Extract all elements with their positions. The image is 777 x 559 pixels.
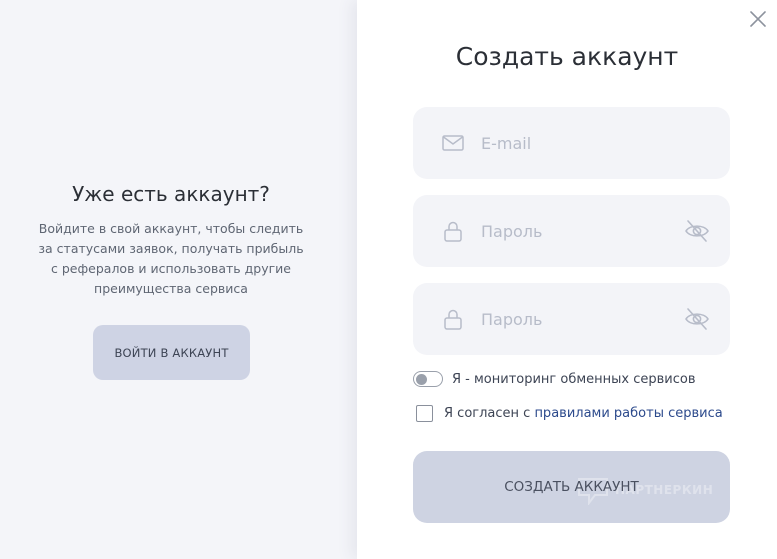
agree-label-prefix: Я согласен с: [444, 406, 535, 421]
email-field-container: [413, 107, 730, 179]
agree-checkbox[interactable]: [416, 405, 433, 422]
rules-link[interactable]: правилами работы сервиса: [534, 406, 722, 421]
confirm-password-input[interactable]: [481, 283, 671, 355]
login-button[interactable]: ВОЙТИ В АККАУНТ: [93, 325, 250, 380]
agree-row: Я согласен с правилами работы сервиса: [416, 405, 723, 422]
monitoring-toggle-label: Я - мониторинг обменных сервисов: [452, 371, 696, 387]
lock-icon: [444, 221, 462, 242]
login-panel: Уже есть аккаунт? Войдите в свой аккаунт…: [0, 0, 357, 559]
eye-off-icon[interactable]: [684, 218, 710, 244]
email-input[interactable]: [481, 107, 671, 179]
close-icon[interactable]: [749, 10, 767, 28]
create-account-button[interactable]: ПАРТНЕРКИН СОЗДАТЬ АККАУНТ: [413, 451, 730, 523]
confirm-password-field-container: [413, 283, 730, 355]
lock-icon: [444, 309, 462, 330]
create-account-label: СОЗДАТЬ АККАУНТ: [504, 479, 639, 495]
register-panel: Создать аккаунт E-mail Я - мониторинг об…: [357, 0, 777, 559]
eye-off-icon[interactable]: [684, 306, 710, 332]
toggle-knob: [416, 373, 427, 385]
register-title: Создать аккаунт: [455, 42, 679, 71]
monitoring-toggle[interactable]: [413, 371, 443, 387]
login-heading: Уже есть аккаунт?: [72, 182, 270, 206]
monitoring-toggle-row: Я - мониторинг обменных сервисов: [413, 371, 696, 387]
password-input[interactable]: [481, 195, 671, 267]
login-description: Войдите в свой аккаунт, чтобы следить за…: [38, 221, 304, 296]
password-field-container: [413, 195, 730, 267]
auth-modal: Уже есть аккаунт? Войдите в свой аккаунт…: [0, 0, 777, 559]
agree-label: Я согласен с правилами работы сервиса: [444, 406, 723, 421]
mail-icon: [442, 135, 464, 151]
